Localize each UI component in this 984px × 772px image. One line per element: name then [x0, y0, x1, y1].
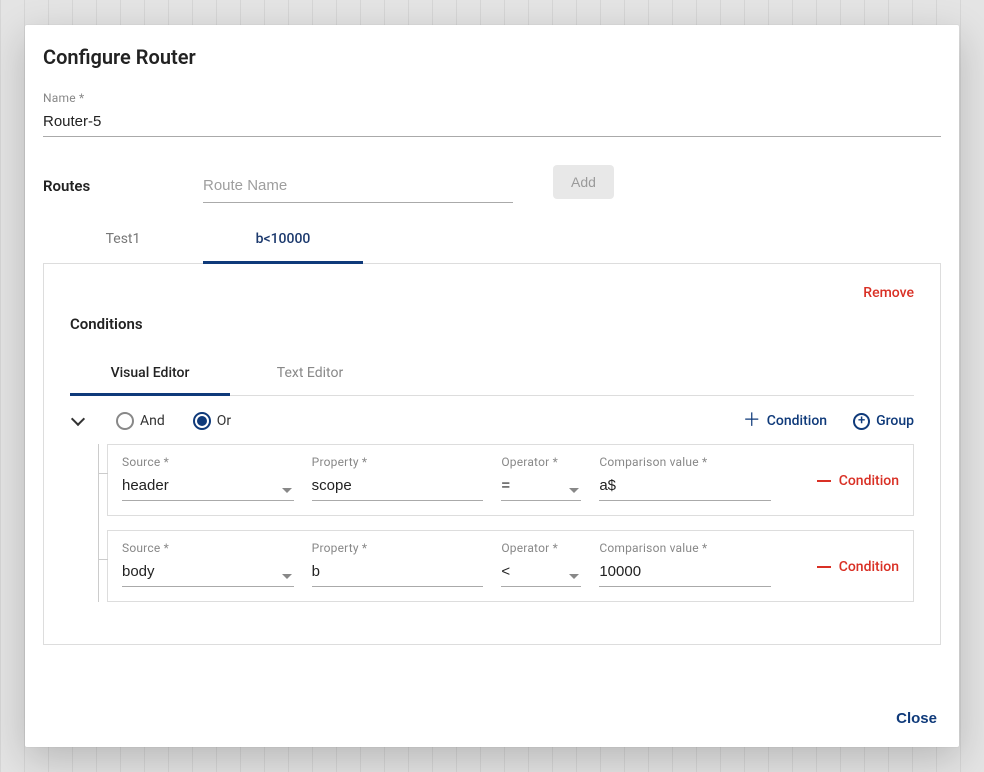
radio-and-label: And: [140, 413, 165, 429]
comparison-label: Comparison value: [599, 541, 771, 555]
radio-or-label: Or: [217, 413, 231, 429]
source-field: Source: [122, 455, 294, 501]
remove-condition-button[interactable]: Condition: [789, 559, 899, 587]
condition-toolbar: ＋ Condition + Group: [743, 413, 914, 430]
property-field: Property: [312, 455, 484, 501]
source-field: Source: [122, 541, 294, 587]
logic-row: And Or ＋ Condition + Group: [70, 412, 914, 430]
comparison-label: Comparison value: [599, 455, 771, 469]
configure-router-dialog: Configure Router Name Routes Add Test1 b…: [25, 25, 959, 747]
route-pane: Remove Conditions Visual Editor Text Edi…: [43, 264, 941, 645]
add-group-label: Group: [876, 413, 914, 429]
collapse-toggle-icon[interactable]: [70, 413, 86, 429]
operator-label: Operator: [501, 455, 581, 469]
add-condition-label: Condition: [767, 413, 827, 429]
route-name-input[interactable]: [203, 173, 513, 203]
property-label: Property: [312, 455, 484, 469]
minus-icon: [817, 566, 831, 568]
radio-or[interactable]: Or: [193, 412, 231, 430]
property-input[interactable]: [312, 561, 484, 587]
radio-circle-icon: [116, 412, 134, 430]
remove-route-row: Remove: [70, 282, 914, 301]
property-input[interactable]: [312, 475, 484, 501]
name-field: Name: [43, 91, 941, 137]
radio-and[interactable]: And: [116, 412, 165, 430]
conditions-heading: Conditions: [70, 315, 914, 333]
add-route-button[interactable]: Add: [553, 165, 614, 199]
operator-select[interactable]: [501, 561, 581, 587]
conditions-group: Source Property Operator: [98, 444, 914, 602]
comparison-input[interactable]: [599, 475, 771, 501]
add-group-button[interactable]: + Group: [853, 413, 914, 430]
remove-condition-label: Condition: [839, 559, 899, 575]
circle-plus-icon: +: [853, 413, 870, 430]
remove-route-link[interactable]: Remove: [863, 285, 914, 301]
radio-circle-icon: [193, 412, 211, 430]
operator-select[interactable]: [501, 475, 581, 501]
condition-row: Source Property Operator: [107, 444, 914, 516]
dialog-body: Configure Router Name Routes Add Test1 b…: [25, 25, 959, 694]
routes-header-row: Routes Add: [43, 165, 941, 203]
plus-icon: ＋: [743, 414, 761, 428]
route-name-field: [203, 173, 513, 203]
tab-text-editor[interactable]: Text Editor: [230, 353, 390, 396]
comparison-input[interactable]: [599, 561, 771, 587]
operator-field: Operator: [501, 455, 581, 501]
source-select[interactable]: [122, 475, 294, 501]
name-input[interactable]: [43, 111, 941, 137]
routes-heading: Routes: [43, 177, 163, 203]
add-condition-button[interactable]: ＋ Condition: [743, 413, 827, 429]
source-label: Source: [122, 541, 294, 555]
tab-visual-editor[interactable]: Visual Editor: [70, 353, 230, 396]
source-label: Source: [122, 455, 294, 469]
remove-condition-label: Condition: [839, 473, 899, 489]
comparison-field: Comparison value: [599, 455, 771, 501]
remove-condition-button[interactable]: Condition: [789, 473, 899, 501]
name-label: Name: [43, 91, 941, 105]
property-field: Property: [312, 541, 484, 587]
condition-row: Source Property Operator: [107, 530, 914, 602]
comparison-field: Comparison value: [599, 541, 771, 587]
source-select[interactable]: [122, 561, 294, 587]
property-label: Property: [312, 541, 484, 555]
dialog-footer: Close: [25, 694, 959, 747]
operator-field: Operator: [501, 541, 581, 587]
dialog-title: Configure Router: [43, 45, 941, 69]
editor-tabs: Visual Editor Text Editor: [70, 353, 914, 396]
close-button[interactable]: Close: [896, 710, 937, 727]
routes-tabs: Test1 b<10000: [43, 217, 941, 264]
operator-label: Operator: [501, 541, 581, 555]
route-tab-b-lt-10000[interactable]: b<10000: [203, 217, 363, 264]
route-tab-test1[interactable]: Test1: [43, 217, 203, 264]
minus-icon: [817, 480, 831, 482]
